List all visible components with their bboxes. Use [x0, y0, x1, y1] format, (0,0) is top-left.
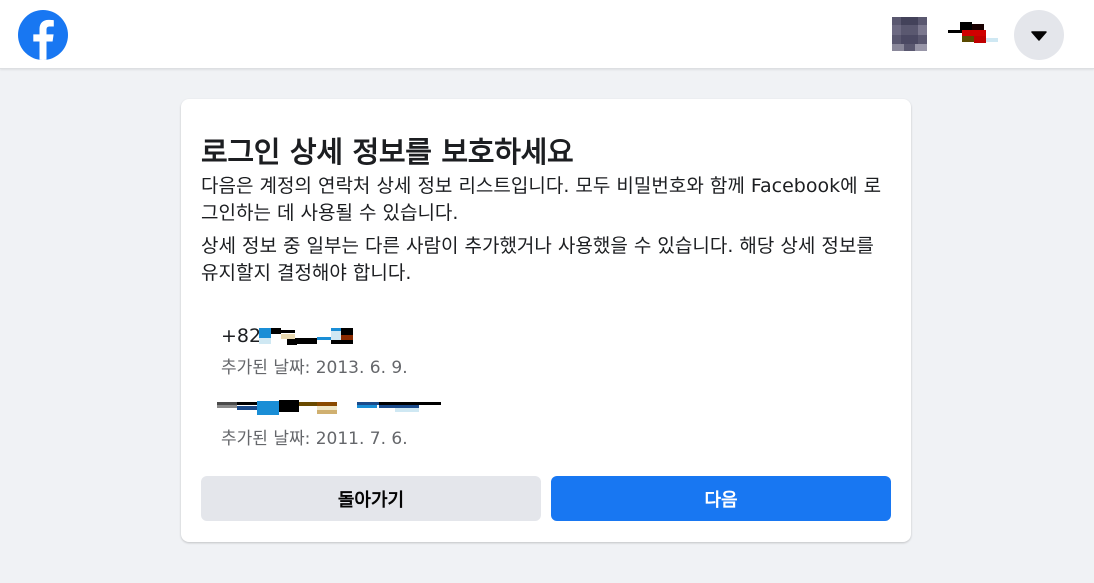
contact-added-date: 추가된 날짜: 2013. 6. 9. [221, 358, 408, 378]
description-contact-list: 다음은 계정의 연락처 상세 정보 리스트입니다. 모두 비밀번호와 함께 Fa… [201, 175, 882, 224]
contact-added-date: 추가된 날짜: 2011. 7. 6. [221, 429, 408, 449]
login-details-card: 로그인 상세 정보를 보호하세요 다음은 계정의 연락처 상세 정보 리스트입니… [181, 99, 911, 542]
redacted-email-address [217, 398, 441, 421]
contact-entry-phone: +82 [221, 325, 381, 349]
next-button[interactable]: 다음 [551, 476, 891, 521]
facebook-logo-icon[interactable] [18, 10, 68, 60]
description-added-by-others: 상세 정보 중 일부는 다른 사람이 추가했거나 사용했을 수 있습니다. 해당… [201, 235, 874, 284]
back-button[interactable]: 돌아가기 [201, 476, 541, 521]
account-name-redacted[interactable] [948, 20, 998, 46]
contact-entry-email [217, 398, 451, 420]
redacted-phone-number [259, 325, 365, 352]
contact-value-prefix: +82 [221, 325, 262, 347]
caret-down-icon [1031, 26, 1047, 45]
account-menu-button[interactable] [1014, 10, 1064, 60]
card-title: 로그인 상세 정보를 보호하세요 [201, 135, 574, 169]
profile-avatar-redacted[interactable] [892, 17, 927, 51]
top-navigation-bar [0, 0, 1094, 69]
